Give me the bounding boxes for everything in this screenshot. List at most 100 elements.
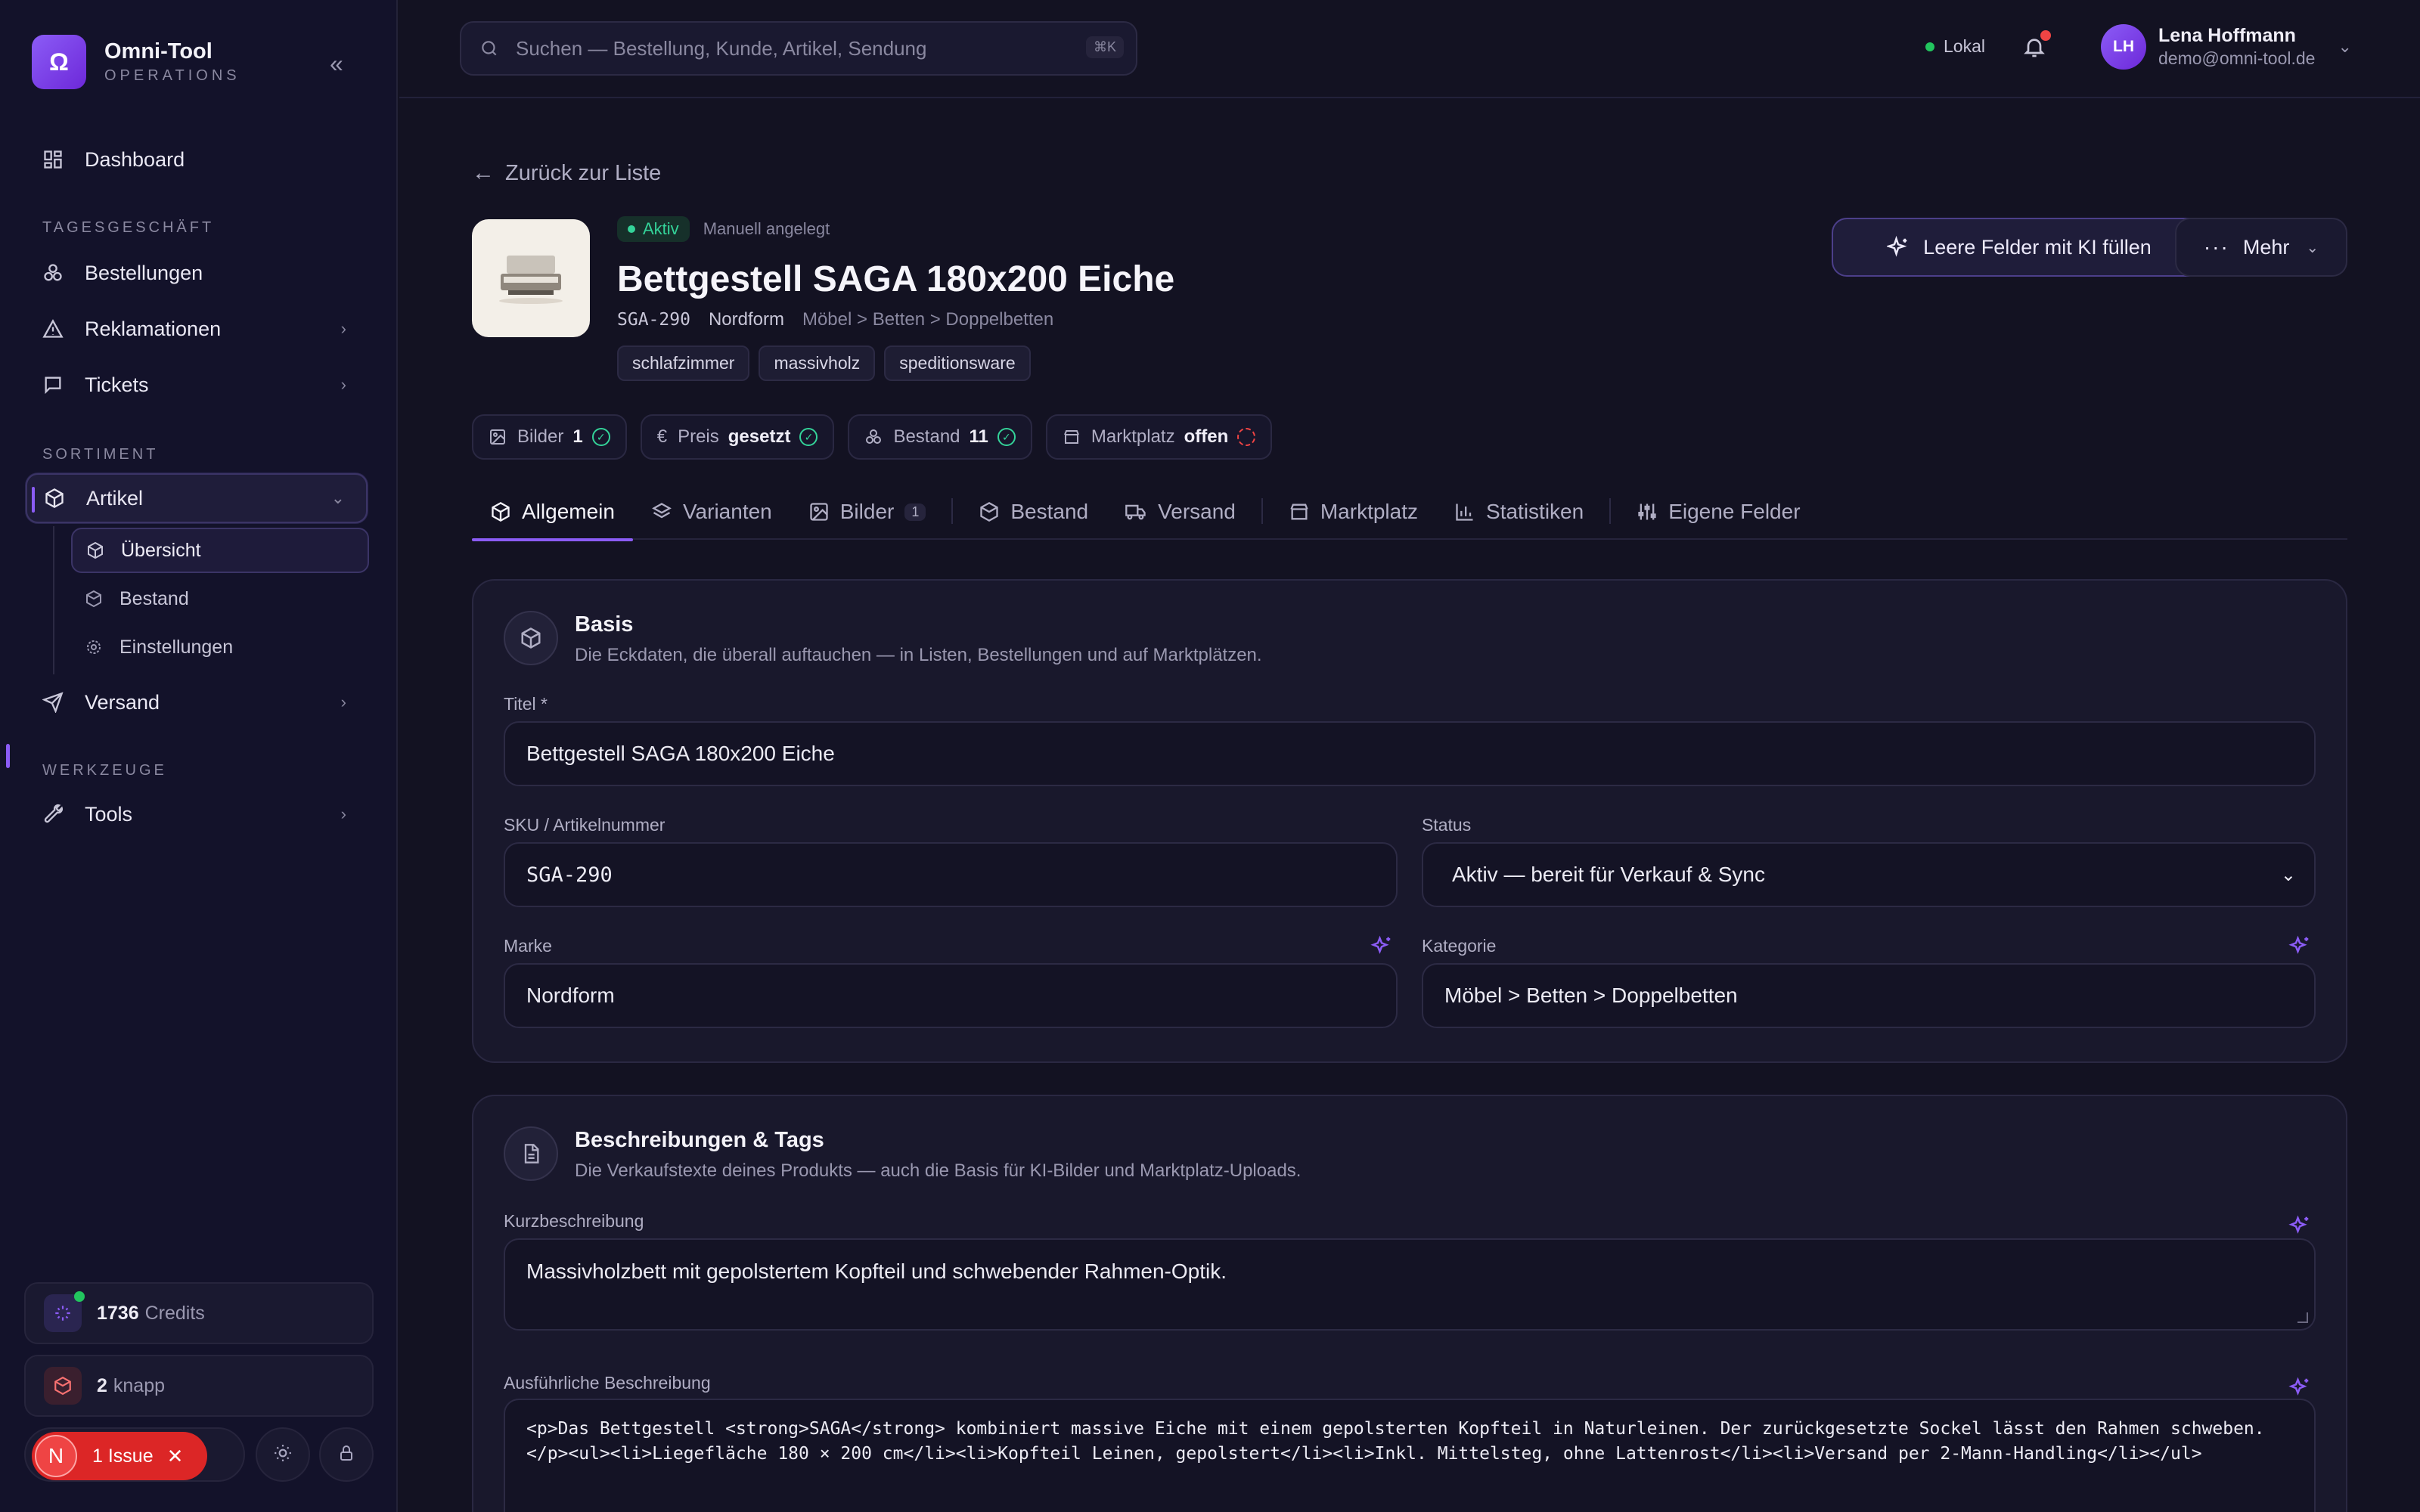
- tab-marktplatz[interactable]: Marktplatz: [1270, 484, 1436, 540]
- package-icon: [86, 541, 109, 559]
- tab-versand[interactable]: Versand: [1106, 484, 1254, 540]
- user-menu[interactable]: LH Lena Hoffmann demo@omni-tool.de ⌄: [2101, 24, 2352, 70]
- notifications-button[interactable]: [2016, 30, 2052, 67]
- tab-label: Bestand: [1010, 500, 1089, 523]
- boxes-icon: [864, 428, 883, 446]
- sidebar-subitem-bestand[interactable]: Bestand: [71, 576, 369, 621]
- sidebar-subitem-uebersicht[interactable]: Übersicht: [71, 528, 369, 573]
- brand[interactable]: Ω Omni-Tool OPERATIONS: [32, 35, 240, 89]
- topbar: ⌘K Lokal LH Lena Hoffmann demo@omni-tool…: [399, 0, 2420, 98]
- tab-varianten[interactable]: Varianten: [633, 484, 790, 540]
- collapse-sidebar-icon[interactable]: «: [330, 50, 343, 78]
- chip-value: gesetzt: [728, 426, 791, 447]
- environment-indicator: Lokal: [1925, 36, 1985, 57]
- pending-circle-icon: [1237, 428, 1256, 446]
- chip-bilder[interactable]: Bilder 1 ✓: [472, 414, 627, 460]
- product-thumbnail[interactable]: [472, 219, 590, 337]
- package-search-icon: [979, 501, 1000, 522]
- credits-value: 1736: [97, 1302, 139, 1324]
- sidebar-item-versand[interactable]: Versand ›: [26, 677, 368, 727]
- tag-list: schlafzimmer massivholz speditionsware: [617, 345, 1174, 381]
- sidebar-item-reklamationen[interactable]: Reklamationen ›: [26, 304, 368, 354]
- chip-bestand[interactable]: Bestand 11 ✓: [848, 414, 1032, 460]
- sidebar-subitem-label: Bestand: [119, 587, 189, 609]
- issue-button[interactable]: N 1 Issue ✕: [32, 1432, 207, 1480]
- chevron-right-icon: ›: [340, 375, 346, 394]
- sliders-icon: [1637, 501, 1658, 522]
- chevron-down-icon: ⌄: [2306, 239, 2319, 256]
- tab-separator: [1261, 498, 1263, 524]
- tab-bestand[interactable]: Bestand: [960, 484, 1106, 540]
- low-stock-label: knapp: [113, 1374, 166, 1396]
- tag[interactable]: massivholz: [759, 345, 876, 381]
- sidebar-item-dashboard[interactable]: Dashboard: [26, 135, 368, 184]
- sidebar-item-label: Reklamationen: [85, 317, 222, 340]
- close-icon[interactable]: ✕: [167, 1445, 184, 1468]
- message-icon: [32, 364, 74, 406]
- status-select[interactable]: Aktiv — bereit für Verkauf & Sync ⌄: [1422, 842, 2316, 907]
- long-description-textarea[interactable]: <p>Das Bettgestell <strong>SAGA</strong>…: [504, 1399, 2316, 1512]
- search-input[interactable]: [516, 36, 1075, 60]
- credits-card[interactable]: 1736 Credits: [24, 1282, 374, 1344]
- resize-handle[interactable]: [2297, 1312, 2308, 1323]
- global-search[interactable]: ⌘K: [460, 21, 1137, 76]
- chevron-right-icon: ›: [340, 804, 346, 823]
- chevron-down-icon: ⌄: [2280, 864, 2296, 885]
- ai-sparkles-icon[interactable]: [1370, 934, 1393, 957]
- sidebar-item-bestellungen[interactable]: Bestellungen: [26, 248, 368, 298]
- low-stock-card[interactable]: 2 knapp: [24, 1355, 374, 1417]
- ai-fill-button[interactable]: Leere Felder mit KI füllen: [1832, 218, 2207, 277]
- more-button[interactable]: ··· Mehr ⌄: [2175, 218, 2347, 277]
- sidebar-item-label: Versand: [85, 690, 160, 714]
- chip-label: Preis: [678, 426, 719, 447]
- theme-toggle-button[interactable]: [256, 1427, 310, 1482]
- tag[interactable]: speditionsware: [884, 345, 1031, 381]
- short-description-label: Kurzbeschreibung: [504, 1211, 644, 1231]
- kategorie-input[interactable]: Möbel > Betten > Doppelbetten: [1422, 963, 2316, 1028]
- lock-button[interactable]: [319, 1427, 374, 1482]
- section-label-tools: WERKZEUGE: [42, 762, 167, 779]
- sidebar-item-label: Bestellungen: [85, 261, 203, 284]
- ai-sparkles-icon[interactable]: [2288, 1214, 2311, 1237]
- ai-sparkles-icon[interactable]: [2288, 934, 2311, 957]
- product-header: Aktiv Manuell angelegt Bettgestell SAGA …: [617, 216, 1174, 381]
- card-title: Basis: [575, 612, 634, 637]
- sku-input[interactable]: SGA-290: [504, 842, 1398, 907]
- sidebar-item-artikel[interactable]: Artikel ⌄: [26, 473, 368, 523]
- sidebar-item-label: Tools: [85, 802, 133, 826]
- issue-label: 1 Issue: [92, 1445, 154, 1467]
- titel-input[interactable]: Bettgestell SAGA 180x200 Eiche: [504, 721, 2316, 786]
- layers-icon: [651, 501, 672, 522]
- sidebar-item-tools[interactable]: Tools ›: [26, 789, 368, 839]
- sidebar-item-tickets[interactable]: Tickets ›: [26, 360, 368, 410]
- low-stock-value: 2: [97, 1374, 107, 1396]
- check-circle-icon: ✓: [591, 428, 610, 446]
- tab-allgemein[interactable]: Allgemein: [472, 484, 633, 541]
- truck-icon: [1125, 501, 1147, 522]
- back-link[interactable]: ← Zurück zur Liste: [472, 160, 661, 186]
- environment-label: Lokal: [1944, 36, 1985, 56]
- package-icon: [504, 611, 558, 665]
- grid-icon: [32, 138, 74, 181]
- short-description-textarea[interactable]: Massivholzbett mit gepolstertem Kopfteil…: [504, 1238, 2316, 1331]
- bed-image: [499, 256, 563, 304]
- product-category: Möbel > Betten > Doppelbetten: [802, 309, 1054, 330]
- tab-bilder[interactable]: Bilder 1: [790, 484, 945, 540]
- package-icon: [490, 501, 511, 522]
- tag[interactable]: schlafzimmer: [617, 345, 750, 381]
- status-badge-label: Aktiv: [643, 219, 679, 238]
- wrench-icon: [32, 793, 74, 835]
- card-description: Die Eckdaten, die überall auftauchen — i…: [575, 645, 1262, 665]
- ai-sparkles-icon[interactable]: [2288, 1376, 2311, 1399]
- tab-statistiken[interactable]: Statistiken: [1436, 484, 1602, 540]
- marke-input[interactable]: Nordform: [504, 963, 1398, 1028]
- document-icon: [504, 1126, 558, 1181]
- description-card: Beschreibungen & Tags Die Verkaufstexte …: [472, 1095, 2347, 1512]
- basis-card: Basis Die Eckdaten, die überall auftauch…: [472, 579, 2347, 1063]
- short-description-value: Massivholzbett mit gepolstertem Kopfteil…: [526, 1259, 1227, 1283]
- tab-eigene-felder[interactable]: Eigene Felder: [1618, 484, 1818, 540]
- sidebar-subitem-einstellungen[interactable]: Einstellungen: [71, 624, 369, 670]
- chip-value: 1: [572, 426, 583, 447]
- chip-marktplatz[interactable]: Marktplatz offen: [1045, 414, 1273, 460]
- chip-preis[interactable]: € Preis gesetzt ✓: [640, 414, 835, 460]
